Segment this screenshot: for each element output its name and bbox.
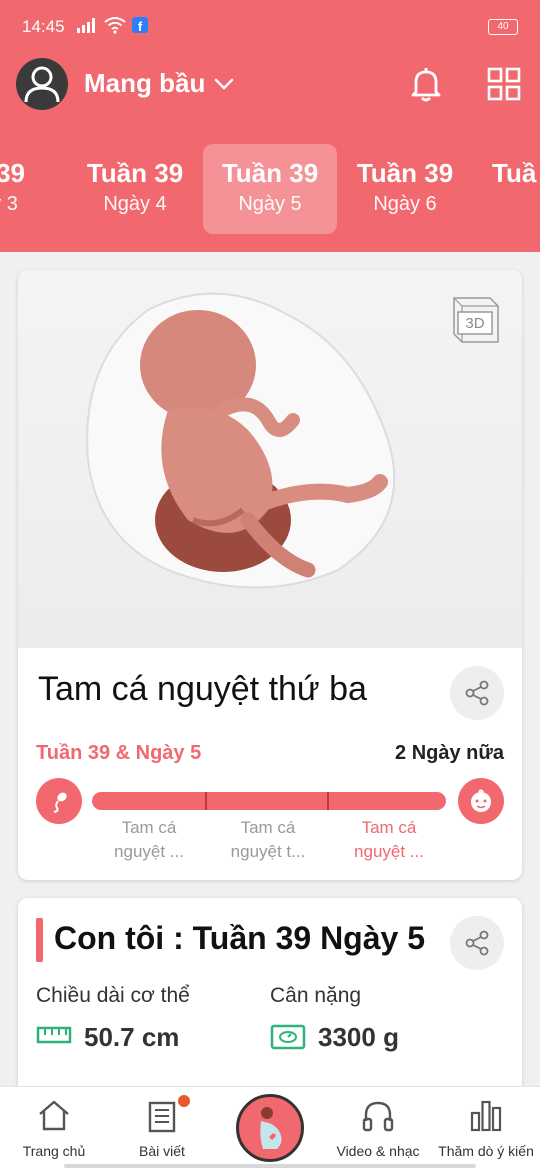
trimester-label-line: Tam cá xyxy=(361,818,417,837)
trimester-label-line: nguyệt ... xyxy=(354,842,424,861)
baby-face-icon xyxy=(458,778,504,824)
grid-menu-icon[interactable] xyxy=(486,66,522,102)
pregnant-mother-icon xyxy=(260,1107,282,1149)
progress-fill xyxy=(92,792,446,810)
status-icons: f xyxy=(76,16,148,34)
trimester-card: 3D Tam cá nguyệt thứ ba Tuần 39 & Ngày 5… xyxy=(18,270,522,880)
battery-icon: 40 xyxy=(488,19,518,35)
days-remaining: 2 Ngày nữa xyxy=(395,742,504,764)
tab-day-label: ày 3 xyxy=(0,193,18,215)
3d-badge-label: 3D xyxy=(465,315,484,332)
tab-week-label: n 39 xyxy=(0,158,26,188)
my-baby-title: Con tôi : Tuần 39 Ngày 5 xyxy=(54,920,425,956)
trimester-label-line: Tam cá xyxy=(240,818,296,837)
article-icon xyxy=(148,1101,176,1133)
nav-polls[interactable]: Thăm dò ý kiến xyxy=(432,1087,540,1170)
tab-week-label: Tuầ xyxy=(492,158,537,188)
app-header: 14:45 f 40 Mang bầu 39 3 Tuần 39 Ngày 4 … xyxy=(0,0,540,252)
chevron-down-icon xyxy=(215,78,234,90)
tab-week-39-day-5[interactable]: Tuần 39 Ngày 5 xyxy=(203,144,337,234)
weight-value: 3300 g xyxy=(318,1022,399,1052)
ruler-icon xyxy=(36,1026,72,1044)
nav-video-music-label: Video & nhạc xyxy=(336,1143,420,1159)
nav-articles-label: Bài viết xyxy=(139,1143,185,1159)
share-button[interactable] xyxy=(450,916,504,970)
fetus-3d-image[interactable]: 3D xyxy=(18,270,522,648)
weight-label: Cân nặng xyxy=(270,984,362,1007)
trimester-label-line: Tam cá xyxy=(121,818,177,837)
nav-articles[interactable]: Bài viết xyxy=(108,1087,216,1170)
trimester-divider xyxy=(205,792,207,810)
trimester-label-line: nguyệt ... xyxy=(114,842,184,861)
page-title: Mang bầu xyxy=(84,68,206,98)
week-day-tabs: n 39 ày 3 Tuần 39 Ngày 4 Tuần 39 Ngày 5 … xyxy=(0,144,540,234)
nav-video-music[interactable]: Video & nhạc xyxy=(324,1087,432,1170)
gesture-bar xyxy=(64,1164,476,1168)
wifi-icon xyxy=(104,17,126,34)
tab-week-label: Tuần 39 xyxy=(356,158,454,188)
pregnancy-center-button[interactable] xyxy=(236,1094,304,1162)
tab-week-39-day-7[interactable]: Tuầ xyxy=(472,144,540,234)
scale-icon xyxy=(270,1024,306,1050)
trimester-divider xyxy=(327,792,329,810)
trimester-label-1: Tam cá nguyệt ... xyxy=(94,816,204,864)
tab-week-39-day-3[interactable]: n 39 ày 3 xyxy=(0,144,66,234)
headphones-icon xyxy=(362,1101,394,1132)
avatar[interactable] xyxy=(16,58,68,110)
tab-day-label: Ngày 5 xyxy=(238,193,302,215)
nav-polls-label: Thăm dò ý kiến xyxy=(438,1143,534,1159)
tab-day-label: Ngày 4 xyxy=(103,193,167,215)
tab-day-label: Ngày 6 xyxy=(373,193,437,215)
bell-icon[interactable] xyxy=(406,64,446,104)
notification-dot xyxy=(176,1093,192,1109)
nav-home[interactable]: Trang chủ xyxy=(0,1087,108,1170)
share-button[interactable] xyxy=(450,666,504,720)
sperm-icon xyxy=(36,778,82,824)
length-value: 50.7 cm xyxy=(84,1022,180,1052)
tab-week-label: Tuần 39 xyxy=(221,158,319,188)
tab-week-39-day-6[interactable]: Tuần 39 Ngày 6 xyxy=(338,144,472,234)
length-label: Chiều dài cơ thể xyxy=(36,984,190,1007)
trimester-title: Tam cá nguyệt thứ ba xyxy=(38,670,367,708)
home-icon xyxy=(39,1100,69,1131)
section-accent-bar xyxy=(36,918,43,962)
user-icon xyxy=(24,66,60,103)
trimester-label-3: Tam cá nguyệt ... xyxy=(334,816,444,864)
share-icon xyxy=(465,680,489,706)
3d-view-icon[interactable]: 3D xyxy=(442,290,502,350)
mode-selector[interactable]: Mang bầu xyxy=(84,68,235,99)
current-week-day: Tuần 39 & Ngày 5 xyxy=(36,742,202,764)
pregnancy-progress-bar xyxy=(92,792,446,810)
tab-week-label: Tuần 39 xyxy=(86,158,184,188)
status-time: 14:45 xyxy=(22,17,65,36)
bar-chart-icon xyxy=(470,1100,502,1132)
facebook-icon: f xyxy=(132,17,148,33)
status-bar: 14:45 f 40 xyxy=(0,0,540,54)
trimester-label-line: nguyệt t... xyxy=(230,842,306,861)
tab-week-39-day-4[interactable]: Tuần 39 Ngày 4 xyxy=(68,144,202,234)
signal-icon xyxy=(77,18,95,33)
nav-home-label: Trang chủ xyxy=(22,1143,86,1159)
share-icon xyxy=(465,930,489,956)
trimester-label-2: Tam cá nguyệt t... xyxy=(213,816,323,864)
